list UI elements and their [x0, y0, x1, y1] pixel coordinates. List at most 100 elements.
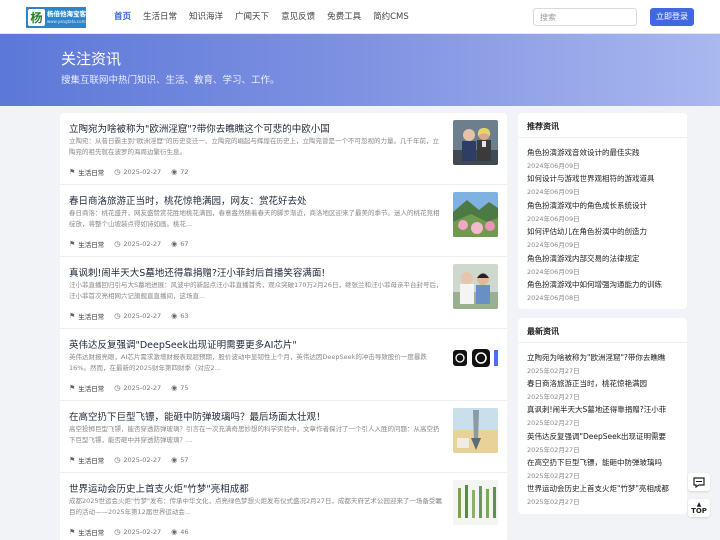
feedback-button[interactable]	[688, 473, 710, 491]
article-thumbnail[interactable]	[453, 336, 498, 381]
article-item[interactable]: 英伟达反复强调"DeepSeek出现证明需要更多AI芯片" 英伟达财报亮眼，AI…	[60, 329, 507, 401]
tag-icon: ⚑	[69, 168, 76, 176]
article-views: 75	[180, 384, 189, 392]
recommend-item-title[interactable]: 角色扮演游戏中如何增强沟通能力的训练	[527, 279, 679, 290]
recommend-item-title[interactable]: 角色扮演游戏音效设计的最佳实践	[527, 147, 679, 158]
tag-icon: ⚑	[69, 312, 76, 320]
site-logo[interactable]: 杨 杨倍他海宝客 www.yangtata.com	[26, 7, 86, 28]
nav-item-home[interactable]: 首页	[108, 0, 137, 34]
article-category[interactable]: 生活日常	[78, 455, 104, 465]
nav-item-knowledge[interactable]: 知识海洋	[183, 0, 229, 34]
article-category[interactable]: 生活日常	[78, 383, 104, 393]
latest-item[interactable]: 立陶宛为啥被称为"欧洲淫窟"?带你去瞧瞧 2025年02月27日	[527, 352, 679, 375]
article-thumbnail[interactable]	[453, 480, 498, 525]
tag-icon: ⚑	[69, 240, 76, 248]
recommend-item[interactable]: 角色扮演游戏中如何增强沟通能力的训练 2024年06月08日	[527, 279, 679, 302]
article-category[interactable]: 生活日常	[78, 167, 104, 177]
latest-item-date: 2025年02月27日	[527, 367, 580, 375]
login-button[interactable]: 立即登录	[650, 8, 694, 26]
article-date: 2025-02-27	[123, 312, 162, 320]
latest-item-title[interactable]: 英伟达反复强调"DeepSeek出现证明需要	[527, 431, 679, 442]
nav-item-life[interactable]: 生活日常	[137, 0, 183, 34]
tag-icon: ⚑	[69, 456, 76, 464]
article-item[interactable]: 春日商洛旅游正当时，桃花惊艳满园，网友：赏花好去处 春日商洛：桃花盛开，网友盛赞…	[60, 185, 507, 257]
article-meta: ⚑ 生活日常 ◷ 2025-02-27 ◉ 63	[69, 311, 189, 321]
article-item[interactable]: 真讽刺!闹半天大S墓地还得靠捐赠?汪小菲封后首播笑容满面! 汪小菲直播回归引与大…	[60, 257, 507, 329]
banner-title: 关注资讯	[61, 50, 122, 68]
recommend-title: 推荐资讯	[527, 122, 559, 131]
latest-item-title[interactable]: 春日商洛旅游正当时，桃花惊艳满园	[527, 378, 679, 389]
article-excerpt: 成都2025世运会火炬"竹梦"发布：传承中华文化，点亮绿色梦想火炬发布仪式盛况2…	[69, 497, 442, 516]
eye-icon: ◉	[171, 168, 178, 176]
recommend-item-title[interactable]: 如何设计与游戏世界观相符的游戏道具	[527, 173, 679, 184]
latest-item[interactable]: 春日商洛旅游正当时，桃花惊艳满园 2025年02月27日	[527, 378, 679, 401]
nav-item-feedback[interactable]: 意见反馈	[275, 0, 321, 34]
recommend-item-title[interactable]: 如何评估幼儿在角色扮演中的创造力	[527, 226, 679, 237]
tag-icon: ⚑	[69, 528, 76, 536]
article-thumbnail[interactable]	[453, 120, 498, 165]
latest-item[interactable]: 真讽刺!闹半天大S墓地还得靠捐赠?汪小菲 2025年02月27日	[527, 404, 679, 427]
search-input[interactable]	[533, 8, 637, 26]
article-title[interactable]: 春日商洛旅游正当时，桃花惊艳满园，网友：赏花好去处	[69, 193, 449, 207]
eye-icon: ◉	[171, 240, 178, 248]
recommend-item[interactable]: 如何设计与游戏世界观相符的游戏道具 2024年06月09日	[527, 173, 679, 196]
recommend-item-date: 2024年06月09日	[527, 241, 580, 249]
recommend-item[interactable]: 角色扮演游戏内部交易的法律规定 2024年06月09日	[527, 253, 679, 276]
latest-item-date: 2025年02月27日	[527, 419, 580, 427]
article-excerpt: 春日商洛：桃花盛开，网友盛赞赏花胜地桃花满园，春意盎然随着春天的脚步渐近，商洛地…	[69, 209, 440, 228]
latest-item[interactable]: 英伟达反复强调"DeepSeek出现证明需要 2025年02月27日	[527, 431, 679, 454]
article-views: 72	[180, 168, 189, 176]
article-date: 2025-02-27	[123, 168, 162, 176]
clock-icon: ◷	[114, 312, 121, 320]
article-meta: ⚑ 生活日常 ◷ 2025-02-27 ◉ 57	[69, 455, 189, 465]
article-thumbnail[interactable]	[453, 408, 498, 453]
recommend-item-title[interactable]: 角色扮演游戏内部交易的法律规定	[527, 253, 679, 264]
article-title[interactable]: 世界运动会历史上首支火炬"竹梦"亮相成都	[69, 481, 449, 495]
article-title[interactable]: 立陶宛为啥被称为"欧洲淫窟"?带你去瞧瞧这个可悲的中欧小国	[69, 121, 449, 135]
back-to-top-button[interactable]: ▲ TOP	[688, 499, 710, 517]
latest-item[interactable]: 世界运动会历史上首支火炬"竹梦"亮相成都 2025年02月27日	[527, 483, 679, 506]
recommend-item-title[interactable]: 角色扮演游戏中的角色成长系统设计	[527, 200, 679, 211]
article-item[interactable]: 立陶宛为啥被称为"欧洲淫窟"?带你去瞧瞧这个可悲的中欧小国 立陶宛：从昔日霸主到…	[60, 113, 507, 185]
divider	[518, 137, 687, 138]
latest-item-date: 2025年02月27日	[527, 446, 580, 454]
article-views: 63	[180, 312, 189, 320]
article-title[interactable]: 真讽刺!闹半天大S墓地还得靠捐赠?汪小菲封后首播笑容满面!	[69, 265, 449, 279]
recommend-item[interactable]: 角色扮演游戏中的角色成长系统设计 2024年06月09日	[527, 200, 679, 223]
article-category[interactable]: 生活日常	[78, 239, 104, 249]
latest-item[interactable]: 在高空扔下巨型飞镖，能砸中防弹玻璃吗 2025年02月27日	[527, 457, 679, 480]
latest-item-title[interactable]: 真讽刺!闹半天大S墓地还得靠捐赠?汪小菲	[527, 404, 679, 415]
tag-icon: ⚑	[69, 384, 76, 392]
nav-item-news[interactable]: 广闻天下	[229, 0, 275, 34]
latest-item-title[interactable]: 世界运动会历史上首支火炬"竹梦"亮相成都	[527, 483, 679, 494]
article-date: 2025-02-27	[123, 384, 162, 392]
latest-item-title[interactable]: 立陶宛为啥被称为"欧洲淫窟"?带你去瞧瞧	[527, 352, 679, 363]
article-meta: ⚑ 生活日常 ◷ 2025-02-27 ◉ 75	[69, 383, 189, 393]
article-thumbnail[interactable]	[453, 264, 498, 309]
article-title[interactable]: 在高空扔下巨型飞镖，能砸中防弹玻璃吗？最后场面太壮观！	[69, 409, 449, 423]
latest-panel: 最新资讯 立陶宛为啥被称为"欧洲淫窟"?带你去瞧瞧 2025年02月27日 春日…	[518, 318, 687, 514]
clock-icon: ◷	[114, 384, 121, 392]
clock-icon: ◷	[114, 168, 121, 176]
recommend-item[interactable]: 如何评估幼儿在角色扮演中的创造力 2024年06月09日	[527, 226, 679, 249]
article-item[interactable]: 在高空扔下巨型飞镖，能砸中防弹玻璃吗？最后场面太壮观！ 高空投掷巨型飞镖，能否穿…	[60, 401, 507, 473]
article-item[interactable]: 世界运动会历史上首支火炬"竹梦"亮相成都 成都2025世运会火炬"竹梦"发布：传…	[60, 473, 507, 540]
article-views: 67	[180, 240, 189, 248]
logo-url: www.yangtata.com	[47, 18, 86, 24]
banner-subtitle: 搜集互联网中热门知识、生活、教育、学习、工作。	[61, 75, 280, 86]
latest-item-title[interactable]: 在高空扔下巨型飞镖，能砸中防弹玻璃吗	[527, 457, 679, 468]
nav-item-tools[interactable]: 免费工具	[321, 0, 367, 34]
article-title[interactable]: 英伟达反复强调"DeepSeek出现证明需要更多AI芯片"	[69, 337, 449, 351]
article-category[interactable]: 生活日常	[78, 311, 104, 321]
article-meta: ⚑ 生活日常 ◷ 2025-02-27 ◉ 67	[69, 239, 189, 249]
eye-icon: ◉	[171, 384, 178, 392]
nav-item-cms[interactable]: 简约CMS	[367, 0, 415, 34]
article-excerpt: 汪小菲直播回归引与大S墓地进展：风波中的新起点汪小菲直播首秀，观众突破170万2…	[69, 281, 443, 300]
clock-icon: ◷	[114, 528, 121, 536]
article-category[interactable]: 生活日常	[78, 527, 104, 537]
latest-title: 最新资讯	[527, 327, 559, 336]
clock-icon: ◷	[114, 240, 121, 248]
recommend-item[interactable]: 角色扮演游戏音效设计的最佳实践 2024年06月09日	[527, 147, 679, 170]
recommend-item-date: 2024年06月08日	[527, 294, 580, 302]
article-thumbnail[interactable]	[453, 192, 498, 237]
